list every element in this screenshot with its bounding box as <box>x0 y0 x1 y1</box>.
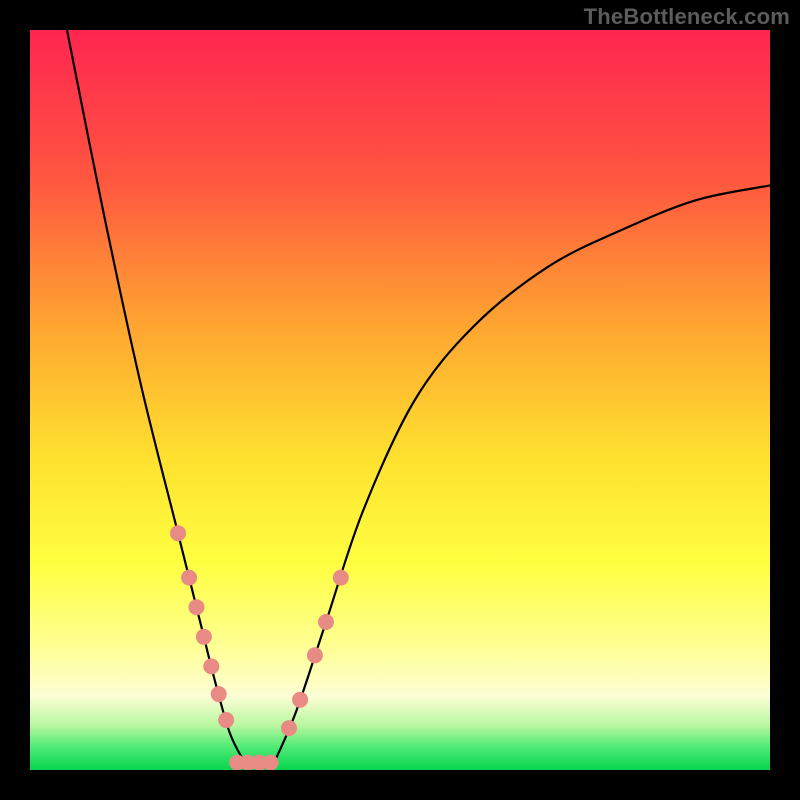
curve-layer <box>30 30 770 770</box>
watermark-text: TheBottleneck.com <box>584 4 790 30</box>
data-dot <box>318 614 334 630</box>
left-curve <box>67 30 245 763</box>
data-dot <box>211 686 227 702</box>
plot-area <box>30 30 770 770</box>
data-dot <box>333 570 349 586</box>
data-dot <box>263 755 279 770</box>
chart-frame: TheBottleneck.com <box>0 0 800 800</box>
data-dot <box>281 720 297 736</box>
data-dot <box>292 692 308 708</box>
data-dot <box>189 599 205 615</box>
right-curve <box>274 185 770 762</box>
data-dot <box>218 712 234 728</box>
data-dot <box>170 525 186 541</box>
dot-markers <box>170 525 349 770</box>
data-dot <box>203 658 219 674</box>
data-dot <box>181 570 197 586</box>
data-dot <box>196 629 212 645</box>
data-dot <box>307 647 323 663</box>
